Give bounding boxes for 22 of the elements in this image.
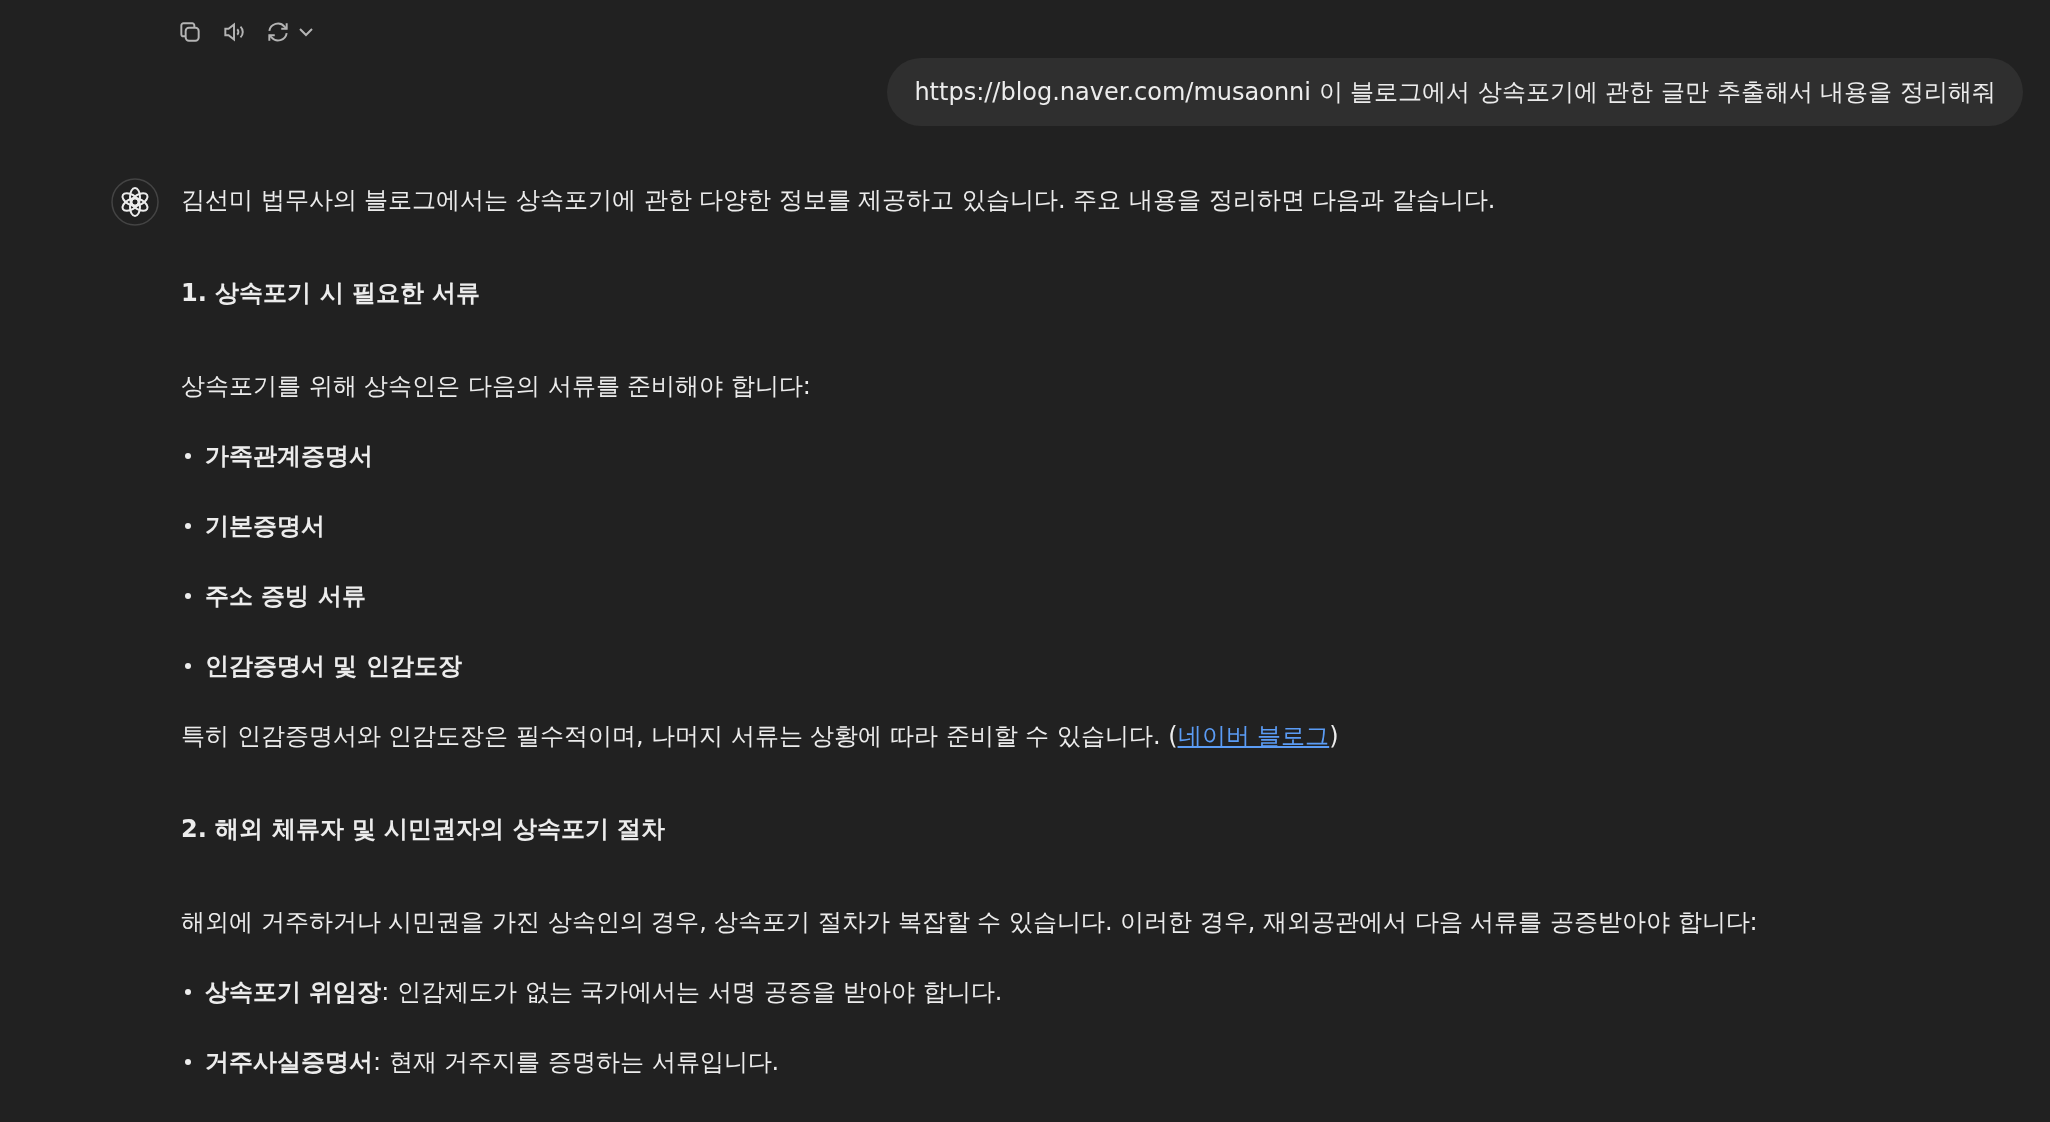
copy-icon[interactable] [177,19,203,45]
bullet-dot [185,1059,191,1065]
bullet-dot [185,989,191,995]
bullet-dot [185,523,191,529]
paragraph: 해외에 거주하거나 시민권을 가진 상속인의 경우, 상속포기 절차가 복잡할 수 있습니다. 이러한 경우, 재외공관에서 다음 서류를 공증받아야 합니다: [181,907,1758,938]
list-item: 가족관계증명서 [205,441,373,472]
section-heading: 1. 상속포기 시 필요한 서류 [181,278,482,309]
paragraph: 상속포기를 위해 상속인은 다음의 서류를 준비해야 합니다: [181,371,812,402]
bullet-dot [185,593,191,599]
list-item: 기본증명서 [205,511,325,542]
list-item: 인감증명서 및 인감도장 [205,651,462,682]
bullet-dot [185,453,191,459]
list-item: 주소 증빙 서류 [205,581,366,612]
paragraph: 김선미 법무사의 블로그에서는 상속포기에 관한 다양한 정보를 제공하고 있습니다. 주요 내용을 정리하면 다음과 같습니다. [181,185,1497,216]
section-heading: 2. 해외 체류자 및 시민권자의 상속포기 절차 [181,814,666,845]
source-link[interactable]: 네이버 블로그 [1177,722,1330,750]
list-item: 상속포기 위임장: 인감제도가 없는 국가에서는 서명 공증을 받아야 합니다. [205,977,1003,1008]
user-message: https://blog.naver.com/musaonni 이 블로그에서 상속포기에 관한 글만 추출해서 내용을 정리해줘 [887,58,2023,126]
assistant-avatar-icon [111,178,159,226]
list-item: 거주사실증명서: 현재 거주지를 증명하는 서류입니다. [205,1047,780,1078]
bullet-dot [185,663,191,669]
paragraph: 특히 인감증명서와 인감도장은 필수적이며, 나머지 서류는 상황에 따라 준비할 수 있습니다. (네이버 블로그) [181,721,1340,752]
